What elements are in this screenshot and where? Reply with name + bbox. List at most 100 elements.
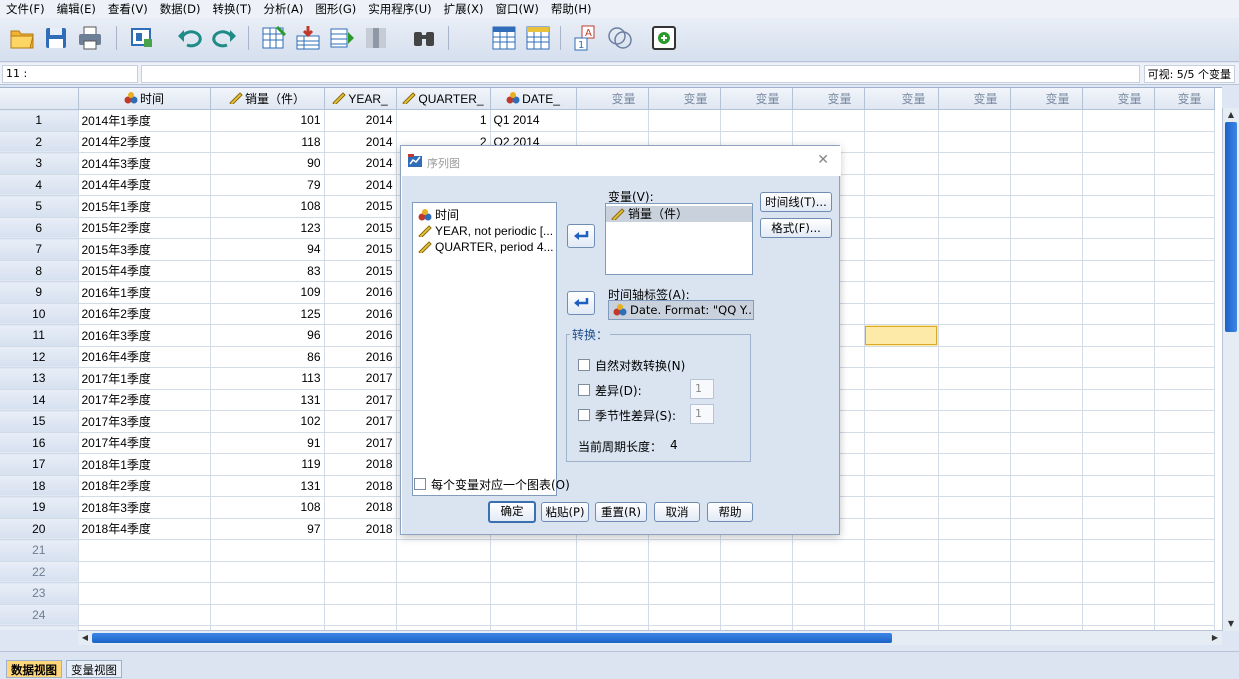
- empty-column-header[interactable]: 变量: [864, 88, 939, 110]
- list-item[interactable]: QUARTER, period 4...: [413, 239, 556, 255]
- grid-cell[interactable]: 2018: [324, 496, 397, 519]
- grid-cell[interactable]: [792, 561, 865, 583]
- grid-cell[interactable]: [1010, 367, 1083, 390]
- grid-cell[interactable]: [210, 582, 325, 605]
- grid-cell[interactable]: [1154, 561, 1215, 583]
- spell-check-icon[interactable]: [650, 24, 678, 52]
- grid-cell[interactable]: 113: [210, 367, 325, 390]
- grid-cell[interactable]: 91: [210, 432, 325, 454]
- scroll-up-icon[interactable]: ▲: [1224, 108, 1238, 122]
- source-variable-list[interactable]: 时间 YEAR, not periodic [... QUARTER, peri…: [412, 202, 557, 496]
- grid-cell[interactable]: [1010, 109, 1083, 132]
- grid-cell[interactable]: 2015年4季度: [78, 260, 211, 282]
- grid-cell[interactable]: 108: [210, 496, 325, 519]
- grid-cell[interactable]: 2015: [324, 195, 397, 218]
- grid-cell[interactable]: 2015年2季度: [78, 217, 211, 239]
- save-icon[interactable]: [42, 24, 70, 52]
- grid-cell[interactable]: [490, 539, 577, 562]
- grid-cell[interactable]: [1082, 346, 1155, 368]
- grid-cell[interactable]: [938, 410, 1011, 433]
- grid-cell[interactable]: [864, 174, 939, 196]
- grid-cell[interactable]: [1154, 582, 1215, 605]
- grid-cell[interactable]: [1082, 539, 1155, 562]
- grid-cell[interactable]: [1010, 195, 1083, 218]
- row-number[interactable]: 1: [0, 109, 79, 132]
- grid-cell[interactable]: [864, 496, 939, 519]
- grid-cell[interactable]: [938, 260, 1011, 282]
- grid-cell[interactable]: [1082, 518, 1155, 540]
- grid-cell[interactable]: 2014: [324, 109, 397, 132]
- grid-cell[interactable]: [792, 582, 865, 605]
- menu-item[interactable]: 分析(A): [258, 0, 310, 18]
- grid-cell[interactable]: [324, 539, 397, 562]
- grid-cell[interactable]: 2014年2季度: [78, 131, 211, 153]
- grid-cell[interactable]: 1: [396, 109, 491, 132]
- empty-column-header[interactable]: 变量: [792, 88, 865, 110]
- dialog-titlebar[interactable]: 序列图 ✕: [401, 146, 841, 176]
- empty-column-header[interactable]: 变量: [1010, 88, 1083, 110]
- row-number[interactable]: 5: [0, 195, 79, 218]
- grid-cell[interactable]: [864, 475, 939, 497]
- row-number[interactable]: 16: [0, 432, 79, 454]
- grid-cell[interactable]: [864, 539, 939, 562]
- grid-cell[interactable]: [648, 561, 721, 583]
- column-header[interactable]: 销量（件）: [210, 88, 325, 110]
- grid-cell[interactable]: [864, 195, 939, 218]
- horizontal-scroll-thumb[interactable]: [92, 633, 892, 643]
- grid-cell[interactable]: [938, 217, 1011, 239]
- grid-cell[interactable]: [210, 604, 325, 626]
- grid-cell[interactable]: 2018: [324, 453, 397, 476]
- grid-cell[interactable]: 97: [210, 518, 325, 540]
- horizontal-scrollbar[interactable]: ◀ ▶: [78, 630, 1222, 645]
- column-header[interactable]: 时间: [78, 88, 211, 110]
- insert-column-icon[interactable]: [362, 24, 390, 52]
- grid-cell[interactable]: 119: [210, 453, 325, 476]
- row-number[interactable]: 8: [0, 260, 79, 282]
- grid-cell[interactable]: 109: [210, 281, 325, 304]
- grid-cell[interactable]: [864, 281, 939, 304]
- grid-cell[interactable]: [648, 604, 721, 626]
- dialog-recall-icon[interactable]: [128, 24, 156, 52]
- grid-cell[interactable]: 2017年3季度: [78, 410, 211, 433]
- grid-cell[interactable]: [576, 539, 649, 562]
- grid-cell[interactable]: [1010, 281, 1083, 304]
- row-number[interactable]: 12: [0, 346, 79, 368]
- grid-cell[interactable]: [864, 518, 939, 540]
- column-header[interactable]: QUARTER_: [396, 88, 491, 110]
- list-item[interactable]: 销量（件）: [606, 206, 752, 222]
- goto-case-icon[interactable]: [260, 24, 288, 52]
- scroll-left-icon[interactable]: ◀: [78, 631, 92, 645]
- grid-cell[interactable]: [938, 604, 1011, 626]
- scroll-down-icon[interactable]: ▼: [1224, 617, 1238, 631]
- row-number[interactable]: 7: [0, 238, 79, 261]
- grid-cell[interactable]: [1082, 453, 1155, 476]
- grid-cell[interactable]: 2017: [324, 432, 397, 454]
- grid-cell[interactable]: [1010, 561, 1083, 583]
- row-number[interactable]: 23: [0, 582, 79, 605]
- grid-cell[interactable]: [648, 582, 721, 605]
- grid-cell[interactable]: [648, 109, 721, 132]
- use-sets-icon[interactable]: [606, 24, 634, 52]
- grid-cell[interactable]: 2014: [324, 131, 397, 153]
- row-number[interactable]: 15: [0, 410, 79, 433]
- one-chart-per-variable-checkbox[interactable]: [414, 478, 426, 490]
- goto-variable-icon[interactable]: [294, 24, 322, 52]
- grid-cell[interactable]: [1154, 432, 1215, 454]
- grid-cell[interactable]: [78, 582, 211, 605]
- grid-cell[interactable]: 2016年4季度: [78, 346, 211, 368]
- paste-button[interactable]: 粘贴(P): [541, 502, 589, 522]
- row-number[interactable]: 19: [0, 496, 79, 519]
- grid-cell[interactable]: [1010, 453, 1083, 476]
- grid-cell[interactable]: 2017年2季度: [78, 389, 211, 411]
- move-to-time-axis-button[interactable]: [567, 291, 595, 315]
- grid-cell[interactable]: 94: [210, 238, 325, 261]
- grid-cell[interactable]: [938, 582, 1011, 605]
- grid-cell[interactable]: [210, 561, 325, 583]
- grid-cell[interactable]: [490, 604, 577, 626]
- grid-cell[interactable]: [1010, 238, 1083, 261]
- grid-cell[interactable]: 2017年1季度: [78, 367, 211, 390]
- grid-cell[interactable]: [1154, 152, 1215, 175]
- grid-cell[interactable]: [1082, 131, 1155, 153]
- list-item[interactable]: YEAR, not periodic [...: [413, 223, 556, 239]
- grid-cell[interactable]: [1010, 496, 1083, 519]
